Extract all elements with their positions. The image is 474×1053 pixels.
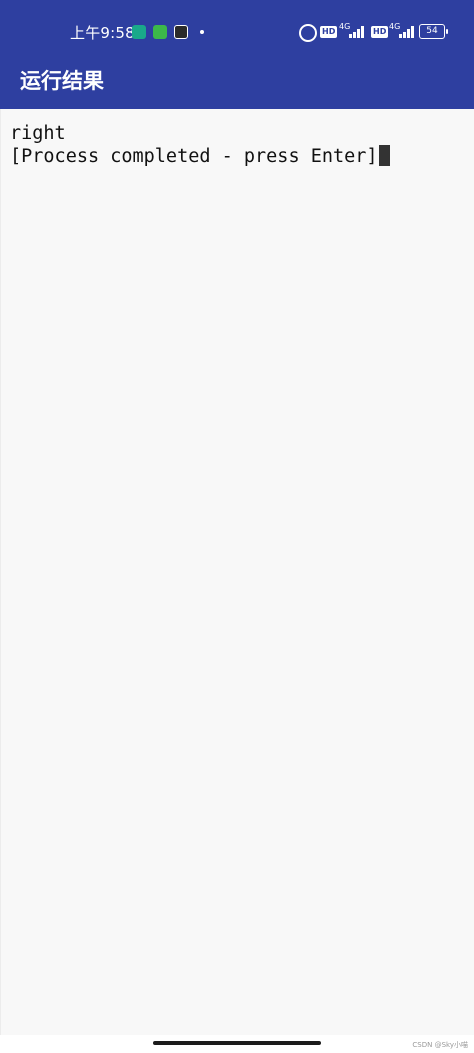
status-time: 上午9:58 (70, 24, 135, 42)
hd-badge-2: HD (371, 26, 389, 38)
terminal-output[interactable]: right [Process completed - press Enter] (0, 109, 474, 1035)
page-title: 运行结果 (20, 69, 104, 93)
chat-notification-icon (153, 25, 167, 39)
hd-badge-1: HD (320, 26, 338, 38)
app-bar: 运行结果 (0, 58, 474, 109)
text-cursor (378, 145, 390, 166)
status-bar: 上午9:58 HD 4G HD 4G 54 (0, 0, 474, 58)
watermark: CSDN @Sky小喵 (412, 1041, 468, 1049)
terminal-line-with-cursor: [Process completed - press Enter] (10, 145, 390, 167)
signal-icon (397, 26, 417, 38)
vpn-notification-icon (174, 25, 188, 39)
terminal-line: right (10, 123, 66, 144)
signal-icon (347, 26, 367, 38)
app-notification-icon (132, 25, 146, 39)
terminal-line-text: [Process completed - press Enter] (10, 146, 378, 167)
alarm-icon (299, 24, 317, 42)
battery-icon: 54 (419, 24, 448, 39)
home-indicator[interactable] (153, 1041, 321, 1045)
more-dot-icon (200, 30, 204, 34)
